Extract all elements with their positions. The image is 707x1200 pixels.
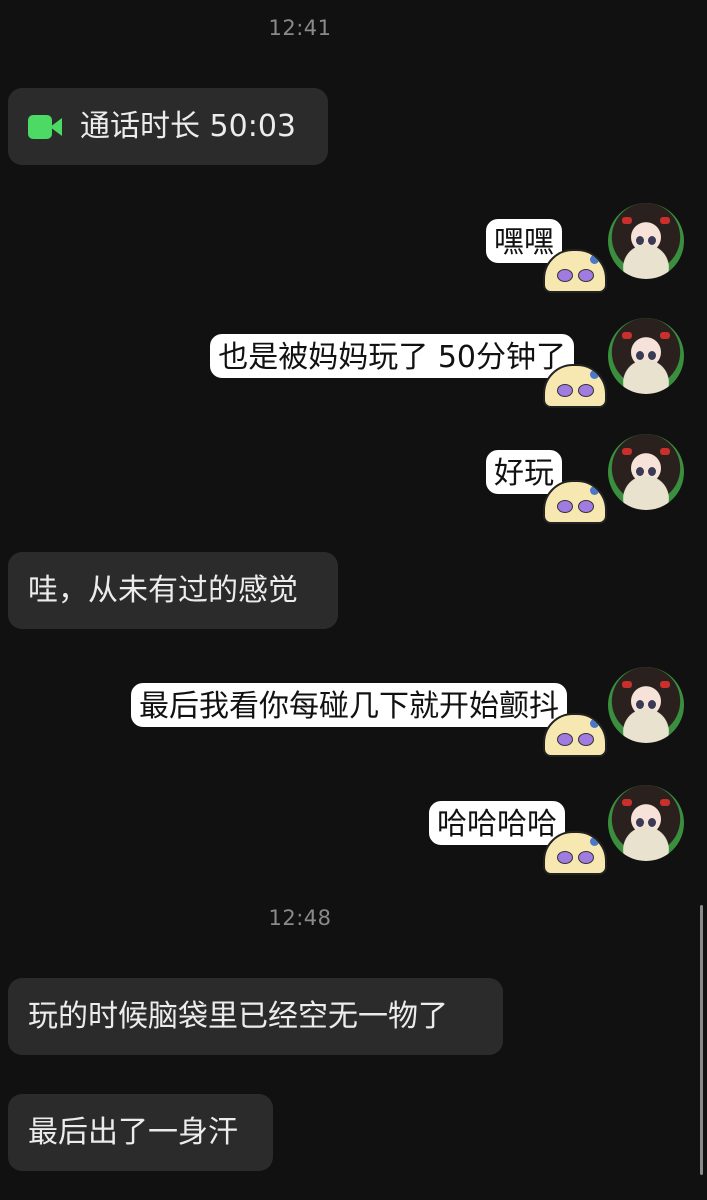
outgoing-message: 好玩: [0, 434, 707, 544]
incoming-message-bubble[interactable]: 最后出了一身汗: [8, 1094, 273, 1171]
call-duration-bubble[interactable]: 通话时长 50:03: [8, 88, 328, 165]
sticker-character: [543, 364, 607, 408]
incoming-message-bubble[interactable]: 哇，从未有过的感觉: [8, 552, 338, 629]
avatar[interactable]: [608, 318, 684, 394]
message-bubble[interactable]: 也是被妈妈玩了 50分钟了: [208, 332, 576, 380]
avatar[interactable]: [608, 203, 684, 279]
call-duration-label: 通话时长 50:03: [80, 109, 296, 144]
outgoing-message: 最后我看你每碰几下就开始颤抖: [0, 667, 707, 777]
outgoing-message: 也是被妈妈玩了 50分钟了: [0, 318, 707, 428]
sticker-character: [543, 249, 607, 293]
incoming-message-bubble[interactable]: 玩的时候脑袋里已经空无一物了: [8, 978, 503, 1055]
scrollbar[interactable]: [700, 905, 703, 1175]
message-bubble[interactable]: 哈哈哈哈: [427, 799, 567, 847]
sticker-character: [543, 713, 607, 757]
timestamp: 12:41: [268, 16, 332, 40]
avatar[interactable]: [608, 434, 684, 510]
outgoing-message: 哈哈哈哈: [0, 785, 707, 895]
timestamp: 12:48: [268, 906, 332, 930]
outgoing-message: 嘿嘿: [0, 203, 707, 313]
avatar[interactable]: [608, 667, 684, 743]
avatar[interactable]: [608, 785, 684, 861]
message-bubble[interactable]: 最后我看你每碰几下就开始颤抖: [129, 681, 569, 729]
sticker-character: [543, 480, 607, 524]
sticker-character: [543, 831, 607, 875]
video-call-icon: [28, 113, 62, 141]
